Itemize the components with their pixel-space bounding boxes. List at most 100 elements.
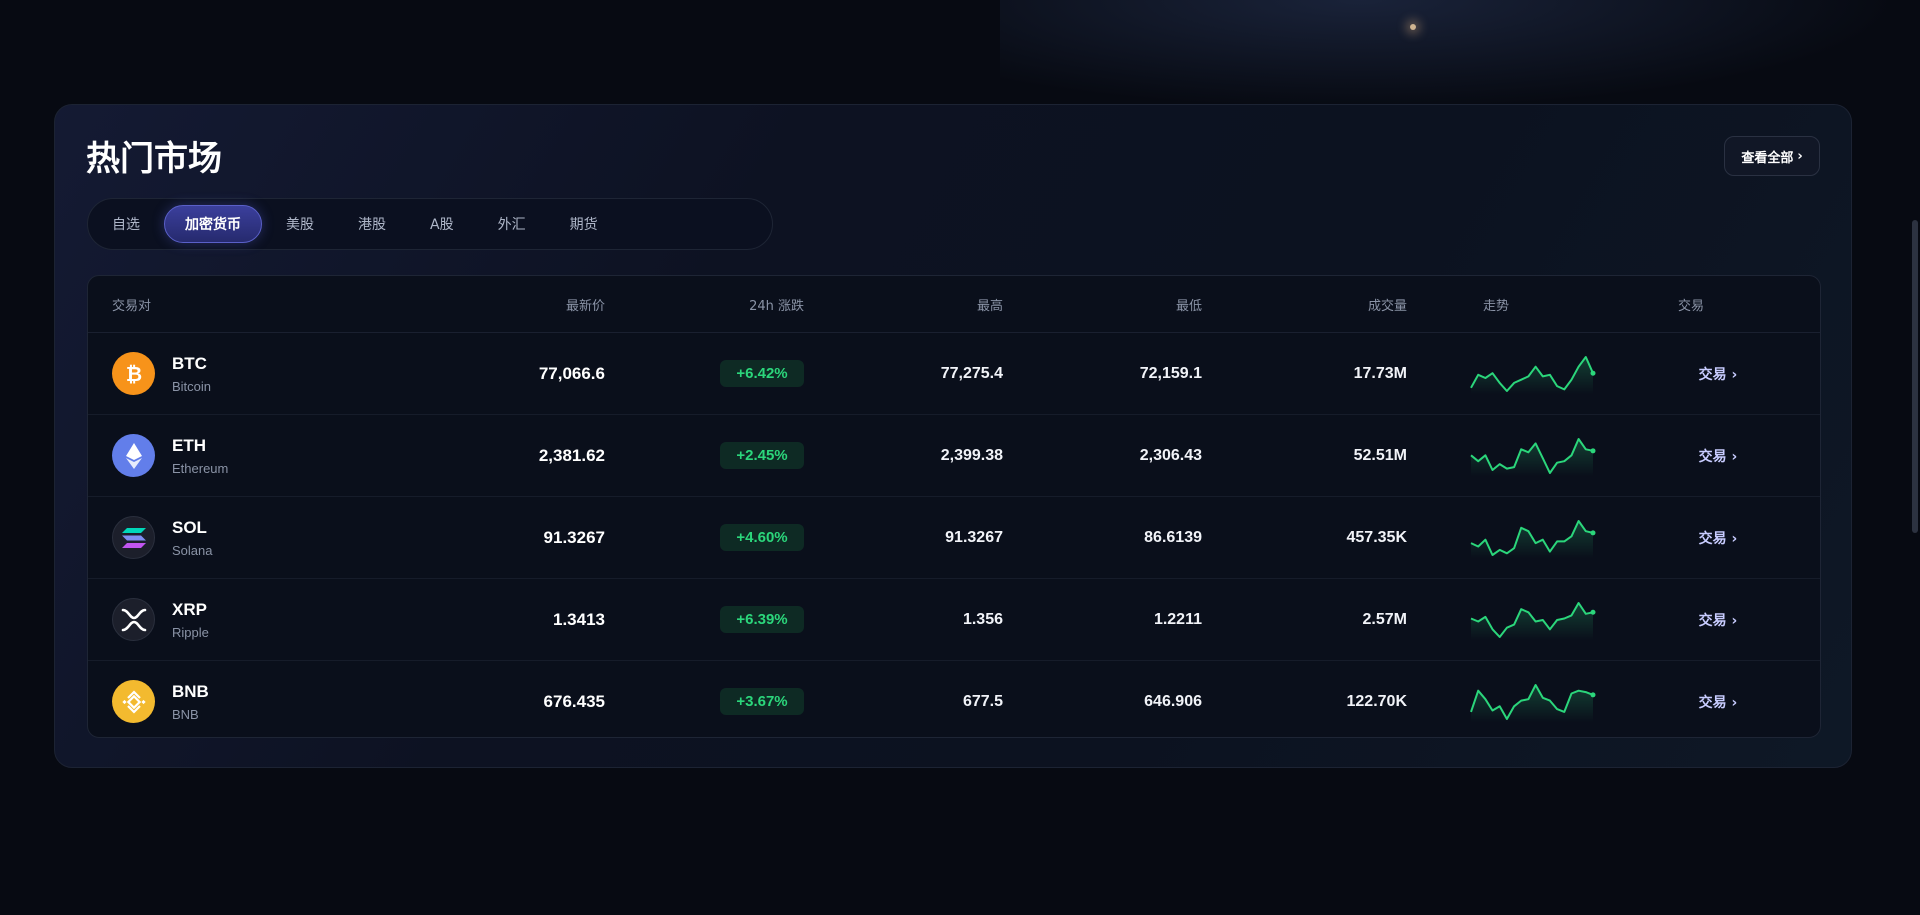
background-light [1410, 24, 1416, 30]
sparkline-chart [1470, 601, 1596, 640]
trade-link[interactable]: 交易 › [1699, 613, 1738, 629]
trade-cell: 交易 › [1657, 528, 1779, 548]
trade-cell: 交易 › [1657, 692, 1779, 712]
trade-cell: 交易 › [1657, 446, 1779, 466]
change-badge: +2.45% [720, 442, 804, 469]
view-all-label: 查看全部 [1741, 150, 1794, 166]
volume: 52.51M [1353, 446, 1407, 464]
scrollbar[interactable] [1912, 220, 1918, 533]
market-table: 交易对 最新价 24h 涨跌 最高 最低 成交量 走势 交易 ₿ BTC Bit… [87, 275, 1821, 738]
column-header-trade: 交易 [1678, 298, 1705, 314]
trend-cell [1407, 682, 1657, 722]
chevron-right-icon: › [1731, 612, 1738, 629]
tab-crypto[interactable]: 加密货币 [164, 205, 262, 243]
column-header-volume[interactable]: 成交量 [1202, 295, 1407, 314]
coin-name: Solana [172, 542, 213, 558]
coin-name: Ethereum [172, 460, 229, 476]
last-price: 77,066.6 [538, 363, 605, 383]
page-title: 热门市场 [86, 139, 222, 179]
low-price: 1.2211 [1153, 610, 1202, 628]
trend-cell [1407, 436, 1657, 476]
tab-futures[interactable]: 期货 [550, 205, 618, 243]
last-price: 91.3267 [543, 527, 605, 547]
high-price: 1.356 [962, 610, 1003, 628]
coin-symbol: ETH [172, 435, 206, 455]
high-price: 91.3267 [945, 528, 1003, 546]
coin-symbol: XRP [172, 599, 207, 619]
low-price: 72,159.1 [1139, 364, 1202, 382]
change-badge: +6.42% [720, 360, 804, 387]
coin-name: BNB [172, 706, 199, 722]
trend-cell [1407, 354, 1657, 394]
column-header-price[interactable]: 最新价 [418, 295, 605, 314]
tab-watchlist[interactable]: 自选 [92, 205, 160, 243]
volume: 122.70K [1346, 692, 1408, 710]
sparkline-end-point [1590, 609, 1596, 615]
sparkline-area [1471, 438, 1593, 476]
column-header-pair[interactable]: 交易对 [88, 295, 418, 314]
sparkline-chart [1470, 437, 1596, 476]
trade-label: 交易 [1698, 694, 1727, 711]
low-price: 2,306.43 [1139, 446, 1202, 464]
table-row[interactable]: SOL Solana 91.3267 +4.60% 91.3267 86.613… [88, 497, 1820, 579]
high-price: 2,399.38 [940, 446, 1003, 464]
sparkline-end-point [1590, 691, 1596, 697]
column-header-high[interactable]: 最高 [804, 295, 1003, 314]
volume: 17.73M [1353, 364, 1407, 382]
trade-link[interactable]: 交易 › [1699, 449, 1738, 465]
background-glow [1000, 0, 1900, 110]
trade-cell: 交易 › [1657, 610, 1779, 630]
sparkline-end-point [1590, 370, 1596, 376]
sparkline-chart [1470, 683, 1596, 722]
table-row[interactable]: ₿ BTC Bitcoin 77,066.6 +6.42% 77,275.4 7… [88, 333, 1820, 415]
bnb-icon [112, 680, 155, 723]
sparkline-area [1471, 520, 1593, 558]
column-header-change[interactable]: 24h 涨跌 [605, 295, 804, 314]
svg-text:₿: ₿ [125, 362, 141, 386]
market-card: 热门市场 查看全部 › 自选 加密货币 美股 港股 A股 外汇 期货 交易对 最… [54, 104, 1852, 768]
sparkline-end-point [1590, 529, 1596, 535]
coin-name: Bitcoin [172, 378, 212, 394]
market-tabs: 自选 加密货币 美股 港股 A股 外汇 期货 [87, 198, 773, 250]
low-price: 646.906 [1144, 692, 1202, 710]
pair-cell: ETH Ethereum [88, 434, 418, 477]
column-header-low[interactable]: 最低 [1003, 295, 1202, 314]
change-cell: +3.67% [605, 688, 804, 715]
change-badge: +6.39% [720, 606, 804, 633]
tab-us-stocks[interactable]: 美股 [266, 205, 334, 243]
sparkline-chart [1470, 355, 1596, 394]
pair-cell: ₿ BTC Bitcoin [88, 352, 418, 395]
ripple-icon [112, 598, 155, 641]
bitcoin-icon: ₿ [112, 352, 155, 395]
tab-hk-stocks[interactable]: 港股 [338, 205, 406, 243]
last-price: 1.3413 [553, 609, 605, 629]
last-price: 676.435 [543, 691, 605, 711]
trend-label: 走势 [1483, 298, 1510, 314]
tab-a-shares[interactable]: A股 [410, 205, 474, 243]
low-price: 86.6139 [1144, 528, 1202, 546]
table-row[interactable]: BNB BNB 676.435 +3.67% 677.5 646.906 122… [88, 661, 1820, 737]
trade-link[interactable]: 交易 › [1699, 367, 1738, 383]
coin-name: Ripple [172, 624, 209, 640]
trade-cell: 交易 › [1657, 364, 1779, 384]
trade-link[interactable]: 交易 › [1699, 695, 1738, 711]
change-cell: +6.42% [605, 360, 804, 387]
solana-icon [112, 516, 155, 559]
coin-symbol: BNB [172, 681, 209, 701]
change-badge: +3.67% [720, 688, 804, 715]
change-badge: +4.60% [720, 524, 804, 551]
chevron-right-icon: › [1731, 694, 1738, 711]
pair-cell: BNB BNB [88, 680, 418, 723]
table-row[interactable]: ETH Ethereum 2,381.62 +2.45% 2,399.38 2,… [88, 415, 1820, 497]
high-price: 77,275.4 [940, 364, 1003, 382]
change-cell: +4.60% [605, 524, 804, 551]
coin-symbol: SOL [172, 517, 207, 537]
high-price: 677.5 [962, 692, 1003, 710]
table-row[interactable]: XRP Ripple 1.3413 +6.39% 1.356 1.2211 2.… [88, 579, 1820, 661]
trade-link[interactable]: 交易 › [1699, 531, 1738, 547]
tab-forex[interactable]: 外汇 [478, 205, 546, 243]
trade-label: 交易 [1698, 366, 1727, 383]
view-all-button[interactable]: 查看全部 › [1724, 136, 1820, 176]
last-price: 2,381.62 [538, 445, 605, 465]
trade-label: 交易 [1698, 530, 1727, 547]
